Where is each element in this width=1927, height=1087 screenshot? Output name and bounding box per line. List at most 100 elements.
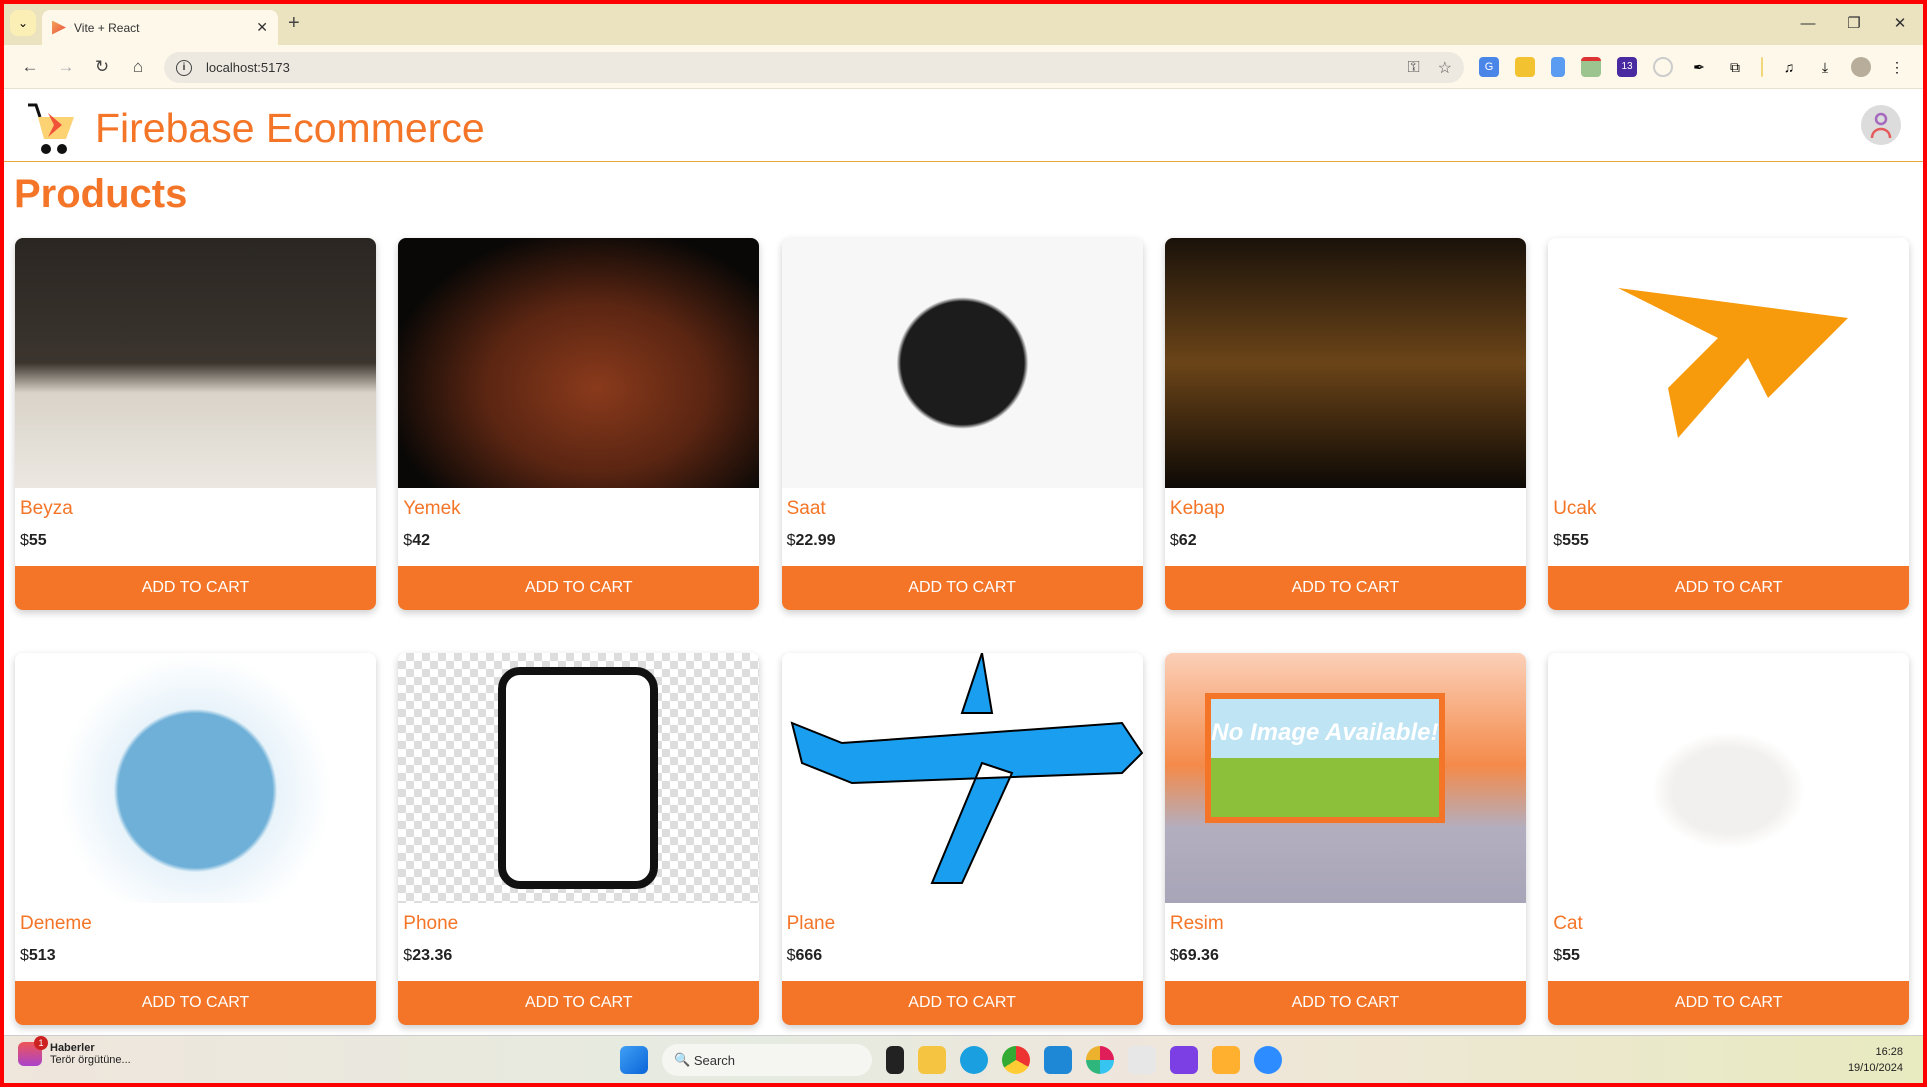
product-name[interactable]: Cat	[1553, 913, 1583, 935]
password-key-icon[interactable]: ⚿	[1407, 59, 1419, 77]
firebase-icon[interactable]	[1212, 1046, 1240, 1074]
search-label: Search	[693, 1052, 736, 1068]
product-card: No Image Available! Resim $69.36 ADD TO …	[1164, 653, 1526, 1025]
back-button[interactable]: ←	[12, 45, 48, 89]
product-image[interactable]	[15, 238, 376, 488]
price-value: 513	[28, 947, 56, 964]
no-image-placeholder: No Image Available!	[1204, 693, 1445, 823]
product-image[interactable]	[1548, 653, 1910, 903]
reload-button[interactable]: ↻	[84, 45, 120, 89]
close-tab-icon[interactable]: ✕	[256, 19, 268, 36]
translate-extension-icon[interactable]: G	[1479, 57, 1499, 77]
product-name[interactable]: Ucak	[1553, 498, 1596, 520]
product-price: $55	[1553, 947, 1580, 965]
cart-logo-icon	[28, 103, 74, 154]
product-image[interactable]	[1548, 238, 1910, 488]
new-tab-button[interactable]: +	[288, 12, 300, 35]
add-to-cart-button[interactable]: ADD TO CART	[781, 981, 1143, 1025]
product-price: $23.36	[403, 947, 452, 965]
news-subtitle: Terör örgütüne...	[50, 1054, 131, 1066]
phone-extension-icon[interactable]	[1551, 57, 1565, 77]
price-value: 55	[1562, 947, 1580, 964]
product-name[interactable]: Phone	[403, 913, 458, 935]
currency-symbol: $	[20, 947, 29, 964]
eyedropper-icon[interactable]: ✒	[1689, 57, 1709, 77]
zoom-icon[interactable]	[1254, 1046, 1282, 1074]
app-header: Firebase Ecommerce	[4, 89, 1923, 162]
chrome-icon[interactable]	[1002, 1046, 1030, 1074]
product-name[interactable]: Deneme	[20, 913, 92, 935]
product-image[interactable]	[398, 238, 760, 488]
snipping-tool-icon[interactable]	[1128, 1046, 1156, 1074]
currency-symbol: $	[1169, 532, 1179, 549]
product-card: Phone $23.36 ADD TO CART	[398, 653, 760, 1025]
school-extension-icon[interactable]: 13	[1617, 57, 1637, 77]
product-name[interactable]: Saat	[787, 498, 826, 520]
media-control-icon[interactable]: ♫	[1779, 57, 1799, 77]
folder-extension-icon[interactable]	[1515, 57, 1535, 77]
price-value: 22.99	[795, 532, 836, 549]
product-name[interactable]: Yemek	[403, 498, 460, 520]
home-button[interactable]: ⌂	[120, 45, 156, 89]
add-to-cart-button[interactable]: ADD TO CART	[15, 566, 376, 610]
profile-avatar[interactable]	[1851, 57, 1871, 77]
product-image[interactable]	[781, 653, 1143, 903]
news-widget[interactable]: 1 Haberler Terör örgütüne...	[18, 1036, 131, 1066]
product-image[interactable]	[1164, 238, 1526, 488]
edge-icon[interactable]	[960, 1046, 988, 1074]
bootstrap-icon[interactable]	[1170, 1046, 1198, 1074]
site-info-icon[interactable]: i	[176, 59, 192, 76]
task-view-icon[interactable]	[886, 1046, 904, 1074]
plane-image-shape	[790, 653, 1143, 884]
tab-search-button[interactable]: ⌄	[10, 10, 36, 36]
product-card: Plane $666 ADD TO CART	[781, 653, 1143, 1025]
calendar-extension-icon[interactable]	[1581, 57, 1601, 77]
product-image[interactable]	[398, 653, 760, 903]
forward-button[interactable]: →	[48, 45, 84, 89]
address-bar[interactable]: i localhost:5173 ⚿ ☆	[164, 52, 1464, 83]
windows-start-icon[interactable]	[620, 1046, 648, 1074]
file-explorer-icon[interactable]	[918, 1046, 946, 1074]
product-name[interactable]: Kebap	[1170, 498, 1225, 520]
system-clock[interactable]: 16:28 19/10/2024	[1848, 1044, 1903, 1076]
browser-window: ⌄ Vite + React ✕ + — ❐ ✕ ← → ↻ ⌂ i local…	[4, 4, 1923, 1083]
product-image[interactable]: No Image Available!	[1164, 653, 1526, 903]
add-to-cart-button[interactable]: ADD TO CART	[1548, 981, 1910, 1025]
news-icon: 1	[18, 1036, 48, 1066]
add-to-cart-button[interactable]: ADD TO CART	[781, 566, 1143, 610]
product-image[interactable]	[781, 238, 1143, 488]
target-extension-icon[interactable]	[1653, 57, 1673, 77]
add-to-cart-button[interactable]: ADD TO CART	[1164, 981, 1526, 1025]
close-window-button[interactable]: ✕	[1877, 4, 1923, 44]
add-to-cart-button[interactable]: ADD TO CART	[398, 566, 760, 610]
currency-symbol: $	[786, 532, 796, 549]
download-icon[interactable]: ⤓	[1815, 57, 1835, 77]
url-text[interactable]: localhost:5173	[206, 60, 1389, 75]
currency-symbol: $	[403, 532, 413, 549]
price-value: 62	[1178, 532, 1197, 549]
product-price: $555	[1553, 532, 1589, 550]
add-to-cart-button[interactable]: ADD TO CART	[398, 981, 760, 1025]
slack-icon[interactable]	[1086, 1046, 1114, 1074]
user-avatar-button[interactable]	[1861, 105, 1901, 145]
product-price: $69.36	[1170, 947, 1219, 965]
product-name[interactable]: Resim	[1170, 913, 1224, 935]
tab-active[interactable]: Vite + React ✕	[42, 10, 278, 45]
restore-button[interactable]: ❐	[1831, 4, 1877, 44]
product-card: Saat $22.99 ADD TO CART	[781, 238, 1143, 610]
bookmark-star-icon[interactable]: ☆	[1438, 58, 1452, 78]
vscode-icon[interactable]	[1044, 1046, 1072, 1074]
add-to-cart-button[interactable]: ADD TO CART	[1164, 566, 1526, 610]
menu-icon[interactable]: ⋮	[1887, 57, 1907, 77]
product-image[interactable]	[15, 653, 376, 903]
extensions-area: G 13 ✒ ⧉ ♫ ⤓ ⋮	[1479, 45, 1907, 89]
brand-title[interactable]: Firebase Ecommerce	[95, 105, 485, 152]
currency-symbol: $	[403, 947, 413, 964]
minimize-button[interactable]: —	[1785, 4, 1831, 44]
product-name[interactable]: Plane	[787, 913, 836, 935]
taskbar-search[interactable]: 🔍 Search	[662, 1044, 872, 1076]
add-to-cart-button[interactable]: ADD TO CART	[1548, 566, 1910, 610]
add-to-cart-button[interactable]: ADD TO CART	[15, 981, 376, 1025]
extensions-puzzle-icon[interactable]: ⧉	[1725, 57, 1745, 77]
product-name[interactable]: Beyza	[20, 498, 73, 520]
